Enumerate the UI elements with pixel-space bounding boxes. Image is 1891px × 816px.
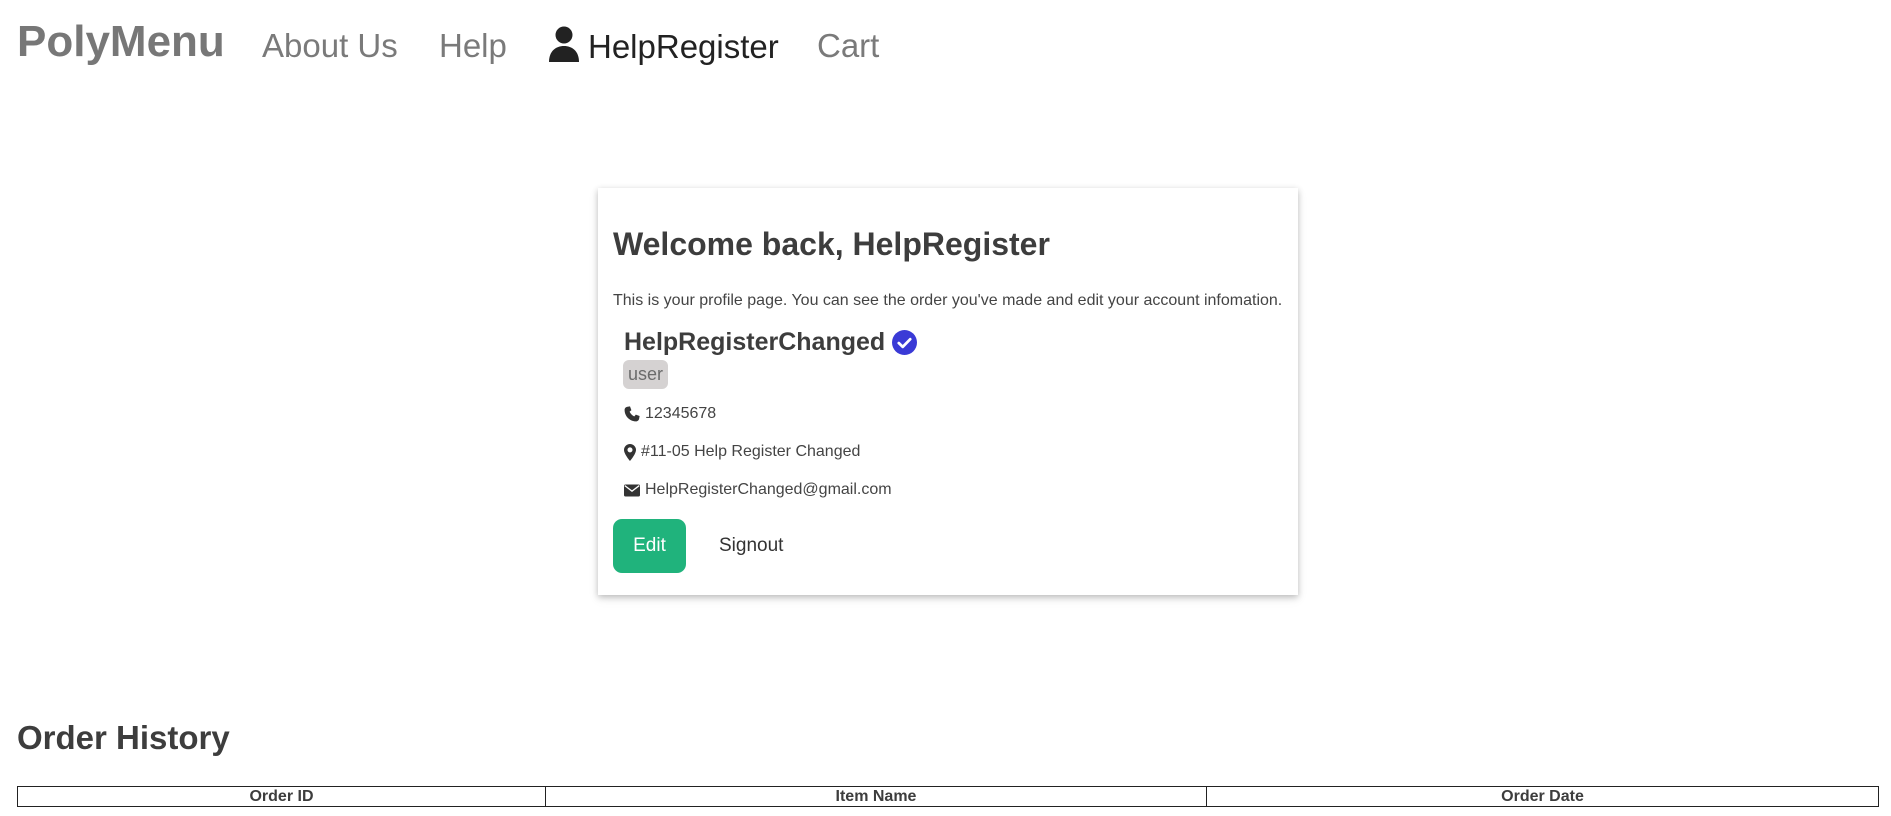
role-badge: user [623, 360, 669, 389]
column-header-order-date: Order Date [1206, 786, 1879, 807]
username-row: HelpRegisterChanged [624, 327, 918, 357]
order-history-table: Order ID Item Name Order Date [17, 786, 1879, 807]
phone-row: 12345678 [624, 404, 716, 424]
address-row: #11-05 Help Register Changed [624, 442, 860, 462]
nav-cart[interactable]: Cart [817, 26, 879, 66]
check-circle-icon [892, 329, 918, 355]
phone-icon [624, 406, 640, 422]
nav-user-label: HelpRegister [588, 28, 779, 65]
table-header-row: Order ID Item Name Order Date [17, 786, 1879, 807]
address-text: #11-05 Help Register Changed [641, 443, 861, 460]
signout-button[interactable]: Signout [713, 519, 789, 573]
email-address: HelpRegisterChanged@gmail.com [645, 481, 892, 498]
phone-number: 12345678 [645, 405, 717, 422]
nav-about-us[interactable]: About Us [262, 26, 398, 66]
nav-help[interactable]: Help [439, 26, 507, 66]
brand-logo[interactable]: PolyMenu [17, 16, 225, 68]
top-navbar: PolyMenu About Us Help HelpRegister Cart [0, 0, 1891, 92]
username: HelpRegisterChanged [624, 327, 886, 356]
user-icon [549, 26, 579, 62]
column-header-order-id: Order ID [17, 786, 546, 807]
envelope-icon [624, 484, 640, 496]
column-header-item-name: Item Name [545, 786, 1207, 807]
order-history-title: Order History [17, 719, 230, 756]
welcome-heading: Welcome back, HelpRegister [613, 226, 1050, 262]
nav-user-profile[interactable]: HelpRegister [548, 26, 779, 67]
profile-description: This is your profile page. You can see t… [613, 292, 1283, 309]
email-row: HelpRegisterChanged@gmail.com [624, 480, 892, 500]
edit-profile-button[interactable]: Edit [613, 519, 686, 573]
map-marker-icon [624, 443, 636, 461]
profile-card: Welcome back, HelpRegister This is your … [598, 188, 1298, 595]
